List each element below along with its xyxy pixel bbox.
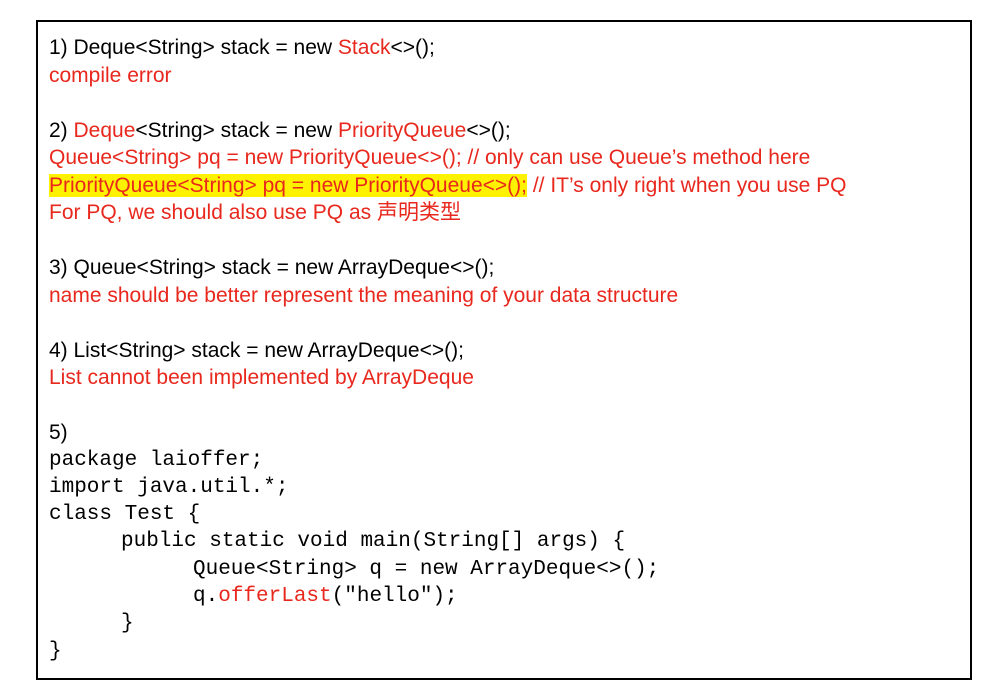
code-line: class Test { [49,503,201,527]
code-line: q.offerLast("hello"); [193,584,458,608]
code-line: package laioffer; [49,448,264,472]
q4-note: List cannot been implemented by ArrayDeq… [49,366,474,389]
q1-note: compile error [49,63,172,87]
code-line: public static void main(String[] args) { [121,530,626,554]
q3-code-line: 3) Queue<String> stack = new ArrayDeque<… [49,256,495,279]
document-frame: 1) Deque<String> stack = new Stack<>(); … [36,20,972,680]
q2-note-line-3: For PQ, we should also use PQ as 声明类型 [49,201,461,224]
q1-code-line: 1) Deque<String> stack = new Stack<>(); [49,36,435,59]
code-line: } [121,612,134,636]
q1-stack-highlight: Stack [337,36,391,59]
code-line: import java.util.*; [49,475,289,499]
q2-highlighted-code: PriorityQueue<String> pq = new PriorityQ… [49,173,527,197]
q4-code-line: 4) List<String> stack = new ArrayDeque<>… [49,338,464,362]
q5-label: 5) [49,421,68,444]
q2-note-line-2: PriorityQueue<String> pq = new PriorityQ… [49,173,847,197]
code-line: Queue<String> q = new ArrayDeque<>(); [193,557,660,581]
code-line: } [49,639,62,663]
q3-note: name should be better represent the mean… [49,283,679,307]
offerlast-highlight: offerLast [218,584,332,608]
document-content: 1) Deque<String> stack = new Stack<>(); … [49,34,846,665]
q2-note-line-1: Queue<String> pq = new PriorityQueue<>()… [49,146,811,169]
q5-code-block: package laioffer; import java.util.*; cl… [49,447,846,665]
q2-code-line: 2) Deque<String> stack = new PriorityQue… [49,118,511,142]
